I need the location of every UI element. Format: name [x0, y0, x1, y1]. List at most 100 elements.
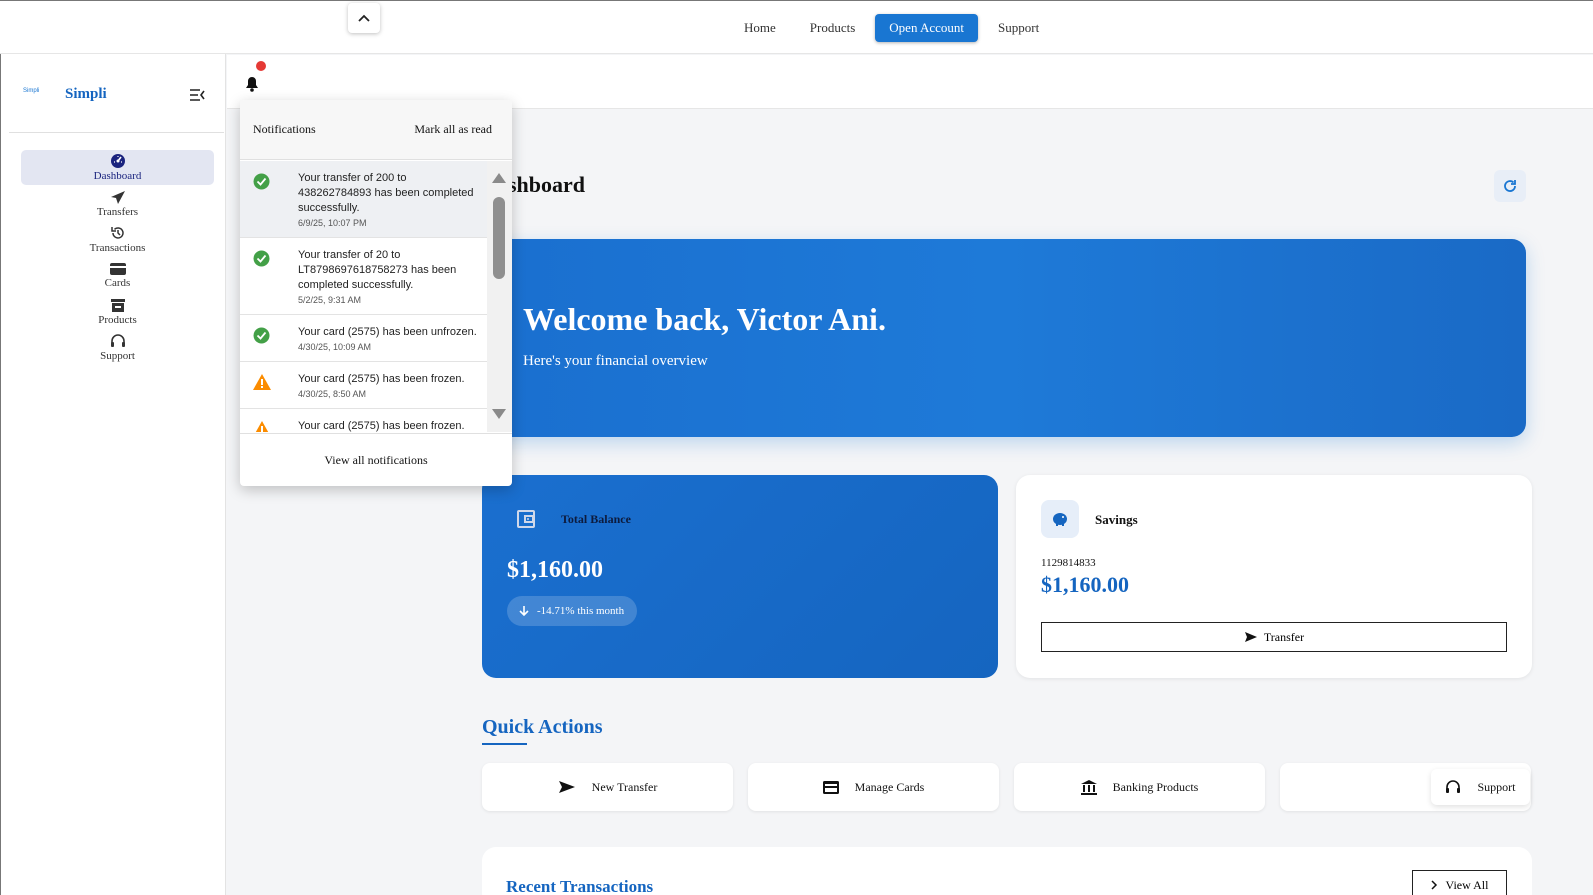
sidebar-divider [9, 132, 224, 133]
savings-card: Savings 1129814833 $1,160.00 Transfer [1016, 475, 1532, 678]
send-icon [110, 190, 125, 204]
welcome-subtitle: Here's your financial overview [523, 353, 708, 369]
bank-icon [1080, 779, 1097, 795]
sidebar-item-products[interactable]: Products [21, 294, 214, 329]
brand-name: Simpli [65, 86, 107, 102]
sidebar-item-label: Dashboard [93, 170, 142, 182]
notification-item[interactable]: Your card (2575) has been unfrozen. 4/30… [240, 315, 487, 362]
support-hover-chip[interactable]: Support [1431, 769, 1530, 805]
transfer-label: Transfer [1263, 629, 1305, 644]
sidebar: Simpli Simpli Dashboard Transfers Transa… [0, 54, 226, 895]
menu-open-icon [190, 89, 205, 101]
check-circle-icon [253, 173, 270, 190]
notifications-button[interactable] [245, 76, 259, 97]
notifications-title: Notifications [253, 122, 316, 136]
notifications-scrollbar[interactable] [487, 161, 512, 432]
welcome-title: Welcome back, Victor Ani. [523, 301, 886, 337]
savings-title: Savings [1095, 512, 1138, 527]
notification-item[interactable]: Your transfer of 20 to LT879869761875827… [240, 238, 487, 315]
nav-products-link[interactable]: Products [796, 14, 870, 42]
savings-amount: $1,160.00 [1041, 572, 1129, 597]
quick-actions: New Transfer Manage Cards Banking Produc… [482, 763, 1532, 811]
send-icon [1244, 632, 1257, 642]
balance-change-text: -14.71% this month [537, 605, 625, 617]
notification-message: Your transfer of 200 to 438262784893 has… [298, 172, 474, 214]
sidebar-item-support[interactable]: Support [21, 330, 214, 365]
top-navbar: Home Products Open Account Support [0, 0, 1593, 54]
notification-item[interactable]: Your transfer of 200 to 438262784893 has… [240, 161, 487, 238]
card-icon [109, 263, 126, 275]
menu-toggle-button[interactable] [189, 88, 205, 106]
notifications-list: Your transfer of 200 to 438262784893 has… [240, 161, 512, 432]
sidebar-item-transactions[interactable]: Transactions [21, 222, 214, 257]
quick-action-manage-cards[interactable]: Manage Cards [748, 763, 999, 811]
headset-icon [110, 334, 125, 347]
sidebar-item-label: Cards [104, 277, 131, 289]
store-icon [110, 298, 125, 312]
chevron-up-icon [358, 14, 370, 22]
piggy-bank-icon [1041, 500, 1079, 538]
view-all-label: View All [1445, 877, 1489, 892]
scroll-up-arrow[interactable] [492, 173, 506, 183]
view-all-button[interactable]: View All [1412, 870, 1507, 895]
mark-all-read-button[interactable]: Mark all as read [414, 122, 492, 137]
quick-action-label: Banking Products [1112, 779, 1199, 794]
total-balance-amount: $1,160.00 [507, 557, 603, 583]
notification-message: Your card (2575) has been unfrozen. [298, 326, 477, 338]
savings-account-number: 1129814833 [1041, 557, 1096, 569]
scroll-down-arrow[interactable] [492, 409, 506, 419]
view-all-notifications-button[interactable]: View all notifications [240, 433, 512, 486]
history-icon [110, 227, 124, 239]
refresh-icon [1504, 180, 1516, 192]
notifications-dropdown: Notifications Mark all as read Your tran… [240, 100, 512, 486]
notifications-header: Notifications Mark all as read [240, 100, 512, 160]
top-nav: Home Products Open Account Support [730, 14, 1059, 42]
quick-actions-title: Quick Actions [482, 716, 603, 738]
nav-home-link[interactable]: Home [730, 14, 790, 42]
check-circle-icon [253, 250, 270, 267]
notification-message: Your card (2575) has been frozen. [298, 373, 465, 385]
notification-badge [256, 61, 266, 71]
scroll-thumb[interactable] [493, 197, 505, 279]
savings-transfer-button[interactable]: Transfer [1041, 622, 1507, 652]
notification-message: Your card (2575) has been frozen. [298, 420, 465, 432]
arrow-down-icon [519, 606, 529, 617]
welcome-banner: Welcome back, Victor Ani. Here's your fi… [476, 239, 1526, 437]
quick-action-support[interactable]: Support [1280, 763, 1531, 811]
quick-action-label: New Transfer [591, 779, 658, 794]
notification-item[interactable]: Your card (2575) has been frozen. [240, 409, 487, 432]
notification-time: 5/2/25, 9:31 AM [298, 295, 362, 305]
sidebar-item-label: Transactions [89, 242, 146, 254]
dashboard-icon [110, 154, 125, 168]
quick-actions-underline [482, 743, 527, 745]
headset-icon [1446, 780, 1461, 793]
chevron-right-icon [1430, 880, 1437, 890]
sidebar-item-cards[interactable]: Cards [21, 258, 214, 293]
collapse-header-button[interactable] [348, 3, 380, 33]
open-account-button[interactable]: Open Account [875, 14, 979, 42]
total-balance-label: Total Balance [561, 512, 631, 526]
sidebar-item-dashboard[interactable]: Dashboard [21, 150, 214, 185]
quick-action-label: Support [1477, 779, 1516, 794]
nav-support-link[interactable]: Support [984, 14, 1053, 42]
brand[interactable]: Simpli Simpli [23, 86, 107, 103]
sidebar-item-transfers[interactable]: Transfers [21, 186, 214, 221]
sidebar-item-label: Transfers [96, 205, 139, 218]
total-balance-card: Total Balance $1,160.00 -14.71% this mon… [482, 475, 998, 678]
quick-action-banking-products[interactable]: Banking Products [1014, 763, 1265, 811]
warning-icon [255, 421, 269, 432]
refresh-button[interactable] [1494, 170, 1526, 202]
quick-action-new-transfer[interactable]: New Transfer [482, 763, 733, 811]
bell-icon [246, 77, 258, 92]
sidebar-item-label: Products [98, 313, 137, 326]
wallet-icon [516, 510, 536, 533]
recent-transactions-title: Recent Transactions [506, 877, 654, 895]
notification-time: 4/30/25, 8:50 AM [298, 389, 367, 399]
page-title: shboard [508, 172, 586, 197]
check-circle-icon [253, 327, 270, 344]
card-icon [822, 780, 839, 794]
sidebar-nav: Dashboard Transfers Transactions Cards P… [21, 150, 214, 366]
notification-item[interactable]: Your card (2575) has been frozen. 4/30/2… [240, 362, 487, 409]
send-icon [558, 781, 575, 793]
sidebar-item-label: Support [100, 350, 135, 362]
